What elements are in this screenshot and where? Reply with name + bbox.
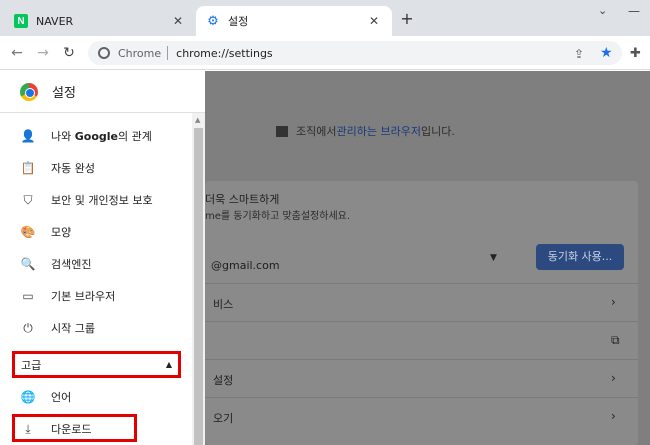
row-label: 설정	[213, 374, 234, 387]
sidebar-item-security[interactable]: ⛉ 보안 및 개인정보 보호	[0, 184, 192, 216]
sidebar-item-on-startup[interactable]: ⏻ 시작 그룹	[0, 312, 192, 344]
toolbar: ← → ↻ Chrome chrome://settings ⇪ ★ ✚	[0, 36, 650, 70]
account-email[interactable]: @gmail.com	[211, 259, 280, 272]
caret-up-icon: ▲	[165, 360, 172, 369]
settings-row[interactable]: 비스 ›	[205, 283, 638, 321]
managed-link[interactable]: 관리하는 브라우저	[336, 123, 420, 139]
page-title: 설정	[52, 86, 76, 101]
settings-row[interactable]: 설정 ›	[205, 359, 638, 397]
managed-text-post: 입니다.	[420, 125, 455, 138]
sidebar-item-label: 기본 브라우저	[51, 290, 116, 303]
bookmark-star-icon[interactable]: ★	[600, 45, 613, 61]
sidebar-item-search-engine[interactable]: 🔍 검색엔진	[0, 248, 192, 280]
omnibox-chip: Chrome	[118, 46, 162, 60]
extensions-icon[interactable]: ✚	[630, 46, 641, 61]
chevron-right-icon: ›	[611, 295, 616, 309]
sync-subtitle: me를 동기화하고 맞춤설정하세요.	[205, 211, 351, 222]
sidebar-item-label: 언어	[51, 391, 72, 404]
sidebar-item-appearance[interactable]: 🎨 모양	[0, 216, 192, 248]
building-icon	[276, 125, 288, 137]
minimize-button[interactable]: —	[628, 4, 640, 18]
sidebar-item-autofill[interactable]: 📋 자동 완성	[0, 152, 192, 184]
close-icon[interactable]: ✕	[366, 14, 382, 28]
caret-down-icon[interactable]: ▼	[490, 253, 497, 263]
sidebar-item-languages[interactable]: 🌐 언어	[0, 381, 192, 413]
settings-header: 설정	[20, 82, 76, 101]
browser-icon: ▭	[22, 289, 34, 303]
power-icon: ⏻	[23, 320, 33, 335]
sync-title: 더욱 스마트하게	[205, 193, 280, 206]
sidebar-advanced-toggle[interactable]: 고급 ▲	[12, 351, 181, 378]
divider	[0, 112, 205, 113]
scroll-up-icon[interactable]: ▲	[195, 116, 200, 124]
chevron-right-icon: ›	[611, 371, 616, 385]
managed-notice: 조직에서 관리하는 브라우저 입니다.	[276, 123, 455, 139]
back-button[interactable]: ←	[6, 42, 28, 64]
chrome-logo-icon	[20, 82, 38, 101]
share-icon[interactable]: ⇪	[574, 47, 584, 61]
row-label: 오기	[213, 412, 234, 425]
url-text: chrome://settings	[176, 46, 273, 60]
clipboard-icon: 📋	[20, 161, 36, 175]
managed-text-pre: 조직에서	[296, 125, 337, 138]
tab-settings[interactable]: ⚙ 설정 ✕	[196, 6, 392, 36]
tab-title: 설정	[228, 15, 249, 28]
close-icon[interactable]: ✕	[170, 14, 186, 28]
sidebar-item-label: 보안 및 개인정보 보호	[51, 194, 153, 207]
sidebar-item-label: 시작 그룹	[51, 322, 95, 335]
chrome-site-icon	[98, 47, 110, 59]
person-icon: 👤	[20, 129, 36, 143]
globe-icon: 🌐	[20, 390, 36, 404]
forward-button[interactable]: →	[32, 42, 54, 64]
scrollbar-thumb[interactable]	[194, 128, 203, 445]
row-label: 비스	[213, 298, 234, 311]
settings-row[interactable]: 오기 ›	[205, 397, 638, 435]
address-bar[interactable]: Chrome chrome://settings	[88, 41, 622, 65]
gear-icon: ⚙	[207, 13, 219, 29]
sidebar-item-label: 자동 완성	[51, 162, 95, 175]
tab-strip: N NAVER ✕ ⚙ 설정 ✕ + ⌄ —	[0, 0, 650, 36]
search-icon: 🔍	[20, 257, 36, 271]
sidebar-item-label: 모양	[51, 226, 72, 239]
sidebar-item-default-browser[interactable]: ▭ 기본 브라우저	[0, 280, 192, 312]
settings-row[interactable]: ⧉	[205, 321, 638, 359]
sidebar-item-google[interactable]: 👤 나와 Google의 관계	[0, 120, 192, 152]
sidebar-item-label: 검색엔진	[51, 258, 92, 271]
shield-icon: ⛉	[23, 192, 33, 207]
tab-naver[interactable]: N NAVER ✕	[4, 6, 196, 36]
chevron-right-icon: ›	[611, 409, 616, 423]
naver-icon: N	[14, 14, 28, 28]
downloads-highlight-box	[12, 414, 137, 442]
omnibox-divider	[167, 46, 169, 60]
tab-title: NAVER	[36, 14, 74, 28]
chevron-down-icon[interactable]: ⌄	[598, 4, 607, 17]
advanced-label: 고급	[21, 358, 42, 372]
new-tab-button[interactable]: +	[398, 10, 416, 28]
external-link-icon: ⧉	[611, 333, 620, 347]
reload-button[interactable]: ↻	[58, 42, 80, 64]
sync-button[interactable]: 동기화 사용...	[536, 244, 624, 270]
sidebar-item-label: 나와 Google의 관계	[51, 130, 152, 143]
palette-icon: 🎨	[20, 225, 36, 239]
